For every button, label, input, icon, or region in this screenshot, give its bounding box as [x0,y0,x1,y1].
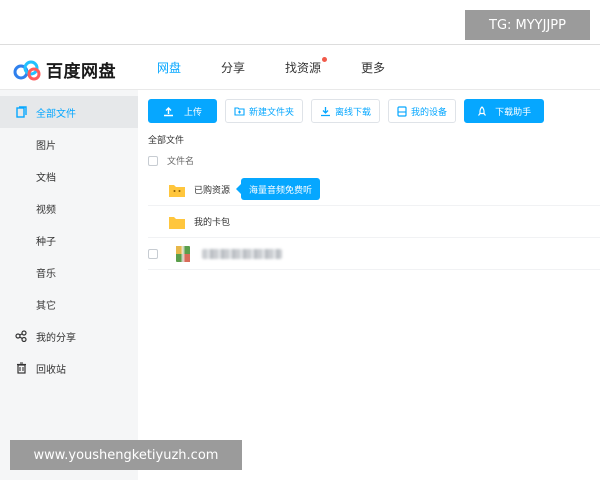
blurred-file-name[interactable] [202,248,282,259]
upload-label: 上传 [184,107,203,118]
toolbar: 上传 新建文件夹 离线下载 我的设备 下载助手 [148,99,552,123]
rocket-icon [478,105,487,116]
notification-dot [322,57,328,62]
new-folder-icon [234,107,245,116]
sidebar-item-images[interactable]: 图片 [0,128,138,160]
sidebar-item-label: 我的分享 [36,332,76,344]
nav-item-more[interactable]: 更多 [361,45,385,91]
trash-icon [14,361,28,375]
table-row[interactable]: 我的卡包 [148,206,600,238]
promo-tooltip[interactable]: 海量音频免费听 [235,178,321,200]
folder-icon [168,214,186,230]
sidebar-item-recycle-bin[interactable]: 回收站 [0,352,138,384]
file-name[interactable]: 已购资源 [194,183,230,196]
share-icon [14,329,28,343]
watermark-url: www.youshengketiyuzh.com [10,440,242,470]
archive-file-icon [176,245,194,262]
table-row[interactable]: 已购资源 [148,174,600,206]
sidebar-item-label: 回收站 [36,364,66,376]
app-name: 百度网盘 [46,62,116,82]
new-folder-button[interactable]: 新建文件夹 [225,99,304,123]
sidebar-item-music[interactable]: 音乐 [0,256,138,288]
my-devices-label: 我的设备 [411,107,448,118]
my-devices-button[interactable]: 我的设备 [388,99,457,123]
nav-item-share[interactable]: 分享 [221,45,245,91]
app-logo[interactable]: 百度网盘 [12,57,116,82]
select-all-checkbox[interactable] [148,155,158,166]
download-helper-label: 下载助手 [495,107,532,118]
sidebar-item-documents[interactable]: 文档 [0,160,138,192]
table-header: 文件名 [148,154,194,167]
file-name[interactable]: 我的卡包 [194,215,230,228]
upload-button[interactable]: 上传 [148,99,218,123]
new-folder-label: 新建文件夹 [249,107,295,118]
folder-icon [168,182,186,198]
nav-item-find-resources-label: 找资源 [285,61,322,75]
sidebar-item-label: 全部文件 [36,108,76,120]
device-icon [397,105,407,117]
files-icon [14,105,28,119]
download-icon [321,106,331,116]
baidu-cloud-logo-icon [13,60,41,80]
watermark-tg: TG: MYYJJPP [465,10,590,40]
offline-download-button[interactable]: 离线下载 [311,99,381,123]
sidebar-item-torrents[interactable]: 种子 [0,224,138,256]
sidebar: 全部文件 图片 文档 视频 种子 音乐 其它 我的分享 回收站 [0,90,138,480]
table-row[interactable] [148,238,600,270]
upload-icon [164,106,173,116]
nav-item-find-resources[interactable]: 找资源 [285,45,328,91]
main-nav: 网盘 分享 找资源 更多 [157,45,425,91]
breadcrumb[interactable]: 全部文件 [148,133,184,146]
column-header-filename[interactable]: 文件名 [167,154,194,167]
sidebar-item-all-files[interactable]: 全部文件 [0,96,138,128]
top-header: 百度网盘 网盘 分享 找资源 更多 [0,44,600,90]
sidebar-item-my-share[interactable]: 我的分享 [0,320,138,352]
nav-item-netdisk[interactable]: 网盘 [157,45,181,91]
offline-download-label: 离线下载 [335,107,372,118]
row-checkbox[interactable] [148,248,158,259]
download-helper-button[interactable]: 下载助手 [464,99,545,123]
sidebar-item-others[interactable]: 其它 [0,288,138,320]
sidebar-item-videos[interactable]: 视频 [0,192,138,224]
